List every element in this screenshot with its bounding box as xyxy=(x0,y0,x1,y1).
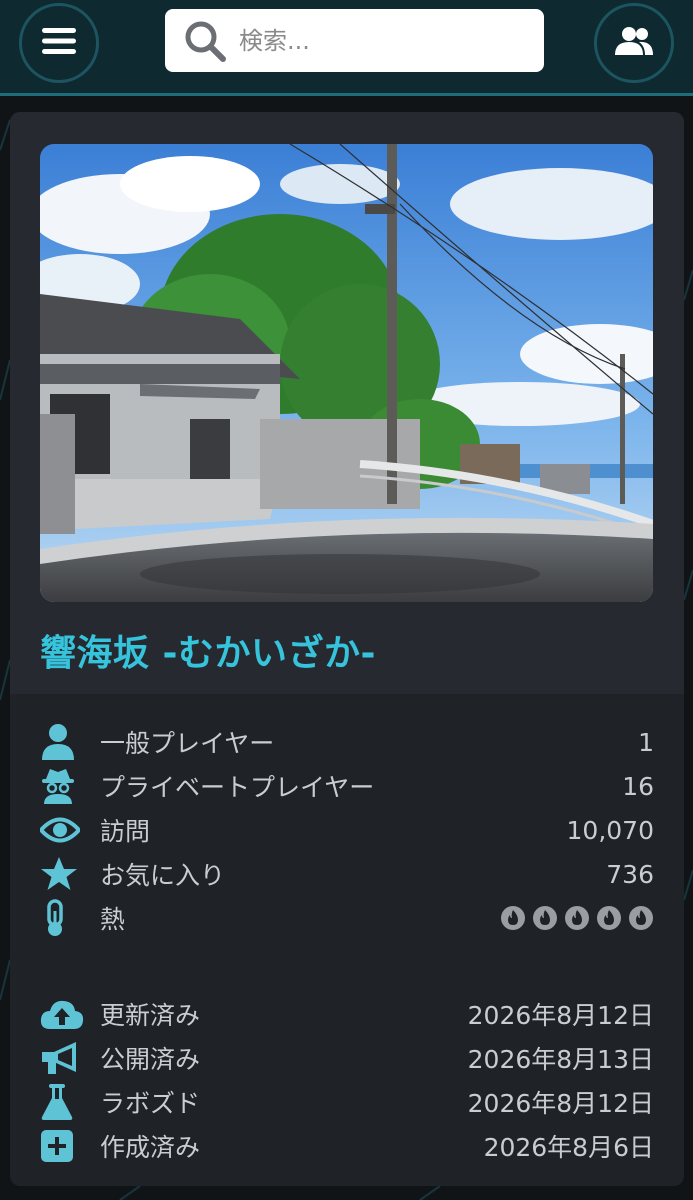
date-value: 2026年8月12日 xyxy=(467,1001,654,1030)
date-created: 作成済み 2026年8月6日 xyxy=(40,1124,654,1168)
stat-value: 10,070 xyxy=(566,815,654,845)
stat-label: 一般プレイヤー xyxy=(100,729,275,758)
fire-icon xyxy=(596,905,622,931)
stat-public-players: 一般プレイヤー 1 xyxy=(40,720,654,764)
heat-rating xyxy=(500,905,654,931)
users-icon xyxy=(615,26,653,60)
stat-value: 736 xyxy=(606,859,654,889)
date-label: 公開済み xyxy=(100,1045,201,1074)
stat-label: 訪問 xyxy=(100,817,151,846)
date-labs: ラボズド 2026年8月12日 xyxy=(40,1080,654,1124)
world-card: 響海坂 -むかいざか- 一般プレイヤー 1 プライベートプレイヤー 16 訪問 … xyxy=(10,112,684,1186)
date-value: 2026年8月13日 xyxy=(467,1045,654,1074)
hamburger-icon xyxy=(42,26,76,60)
stat-label: 熱 xyxy=(100,905,126,934)
top-bar xyxy=(0,0,693,96)
fire-icon xyxy=(628,905,654,931)
stat-label: プライベートプレイヤー xyxy=(100,773,375,802)
star-icon xyxy=(40,852,86,896)
stat-label: お気に入り xyxy=(100,861,226,890)
world-thumbnail[interactable] xyxy=(40,144,653,602)
stat-visits: 訪問 10,070 xyxy=(40,808,654,852)
menu-button[interactable] xyxy=(19,3,99,83)
date-value: 2026年8月6日 xyxy=(483,1133,654,1162)
user-icon xyxy=(40,720,86,764)
stat-heat: 熱 xyxy=(40,896,654,940)
thermometer-icon xyxy=(40,896,86,940)
date-value: 2026年8月12日 xyxy=(467,1089,654,1118)
stat-favorites: お気に入り 736 xyxy=(40,852,654,896)
date-label: 作成済み xyxy=(100,1133,201,1162)
eye-icon xyxy=(40,808,86,852)
stat-value: 16 xyxy=(622,771,654,801)
world-title[interactable]: 響海坂 -むかいざか- xyxy=(40,624,376,676)
fire-icon xyxy=(532,905,558,931)
search-input[interactable] xyxy=(239,15,529,66)
fire-icon xyxy=(500,905,526,931)
megaphone-icon xyxy=(40,1036,86,1080)
date-label: ラボズド xyxy=(100,1089,201,1118)
world-card-header: 響海坂 -むかいざか- xyxy=(10,112,684,694)
search-icon[interactable] xyxy=(183,19,227,63)
date-label: 更新済み xyxy=(100,1001,201,1030)
date-published: 公開済み 2026年8月13日 xyxy=(40,1036,654,1080)
search-bar xyxy=(165,9,544,72)
spy-icon xyxy=(40,764,86,808)
date-updated: 更新済み 2026年8月12日 xyxy=(40,992,654,1036)
stat-private-players: プライベートプレイヤー 16 xyxy=(40,764,654,808)
users-button[interactable] xyxy=(594,3,674,83)
cloud-upload-icon xyxy=(40,992,86,1036)
stat-value: 1 xyxy=(638,727,654,757)
fire-icon xyxy=(564,905,590,931)
plus-square-icon xyxy=(40,1124,86,1168)
flask-icon xyxy=(40,1080,86,1124)
